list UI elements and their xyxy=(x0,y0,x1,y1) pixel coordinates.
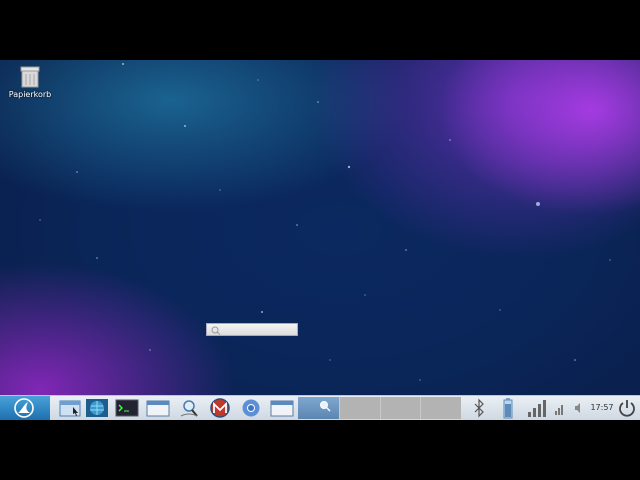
search-magnifier-icon xyxy=(211,326,221,335)
power-button[interactable] xyxy=(616,396,638,420)
chromium-browser-icon xyxy=(242,399,260,417)
task-button-active[interactable] xyxy=(298,397,339,419)
clock[interactable]: 17:57 xyxy=(588,403,616,412)
volume-icon xyxy=(575,403,580,413)
search-magnifier-icon xyxy=(320,401,331,412)
battery-icon xyxy=(503,398,513,419)
tray-bluetooth[interactable] xyxy=(470,396,488,420)
mail-client-icon xyxy=(210,398,230,418)
network-icon xyxy=(555,405,563,415)
launcher-search[interactable] xyxy=(178,398,202,418)
desktop[interactable]: Papierkorb xyxy=(0,60,640,420)
power-icon xyxy=(619,400,635,417)
bluetooth-icon xyxy=(474,398,484,418)
window-icon xyxy=(146,400,170,417)
signal-strength-icon xyxy=(528,400,546,417)
launcher-file-manager[interactable] xyxy=(58,398,82,418)
task-button-empty-1[interactable] xyxy=(339,397,380,419)
terminal-icon xyxy=(115,399,139,417)
search-magnifier-icon xyxy=(180,400,198,417)
launch-feedback-popup xyxy=(206,323,298,336)
trash-icon xyxy=(20,66,40,88)
trash-label: Papierkorb xyxy=(8,90,52,99)
launcher-chromium[interactable] xyxy=(239,398,263,418)
launcher-terminal[interactable] xyxy=(115,398,139,418)
start-menu-button[interactable] xyxy=(0,396,50,420)
tray-volume[interactable] xyxy=(572,396,584,420)
launcher-window-2[interactable] xyxy=(270,398,294,418)
task-button-empty-2[interactable] xyxy=(380,397,420,419)
taskbar: 17:57 xyxy=(0,395,640,420)
launcher-mail[interactable] xyxy=(208,398,232,418)
window-icon xyxy=(270,400,294,417)
network-globe-icon xyxy=(86,399,108,417)
trash-desktop-icon[interactable]: Papierkorb xyxy=(6,66,54,99)
lubuntu-logo-icon xyxy=(14,398,34,418)
file-manager-icon xyxy=(59,400,81,417)
launcher-window-1[interactable] xyxy=(146,398,170,418)
tray-battery[interactable] xyxy=(500,396,516,420)
task-button-empty-3[interactable] xyxy=(420,397,461,419)
tray-network[interactable] xyxy=(553,396,567,420)
tray-signal[interactable] xyxy=(526,396,546,420)
starfield-background xyxy=(39,63,611,381)
launcher-network[interactable] xyxy=(85,398,109,418)
